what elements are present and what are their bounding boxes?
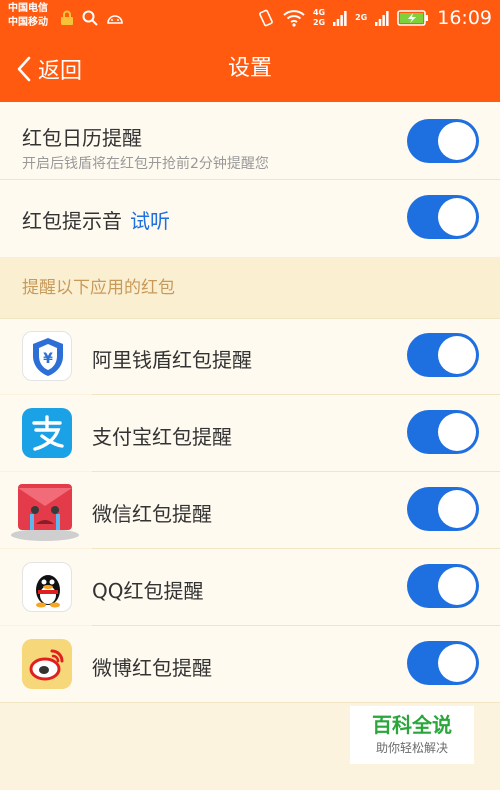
alibaba-qiandun-icon: ¥ (22, 331, 72, 381)
sound-row: 红包提示音 试听 (0, 180, 500, 257)
app-row-weibo: 微博红包提醒 (0, 626, 500, 702)
app-label-qiandun: 阿里钱盾红包提醒 (92, 348, 252, 372)
watermark: 百科全说 助你轻松解决 (350, 706, 474, 764)
app-label-wechat: 微信红包提醒 (92, 502, 212, 526)
section-header-title: 提醒以下应用的红包 (22, 278, 175, 298)
app-row-wechat: 微信红包提醒 (0, 472, 500, 548)
alipay-toggle[interactable] (407, 410, 479, 454)
toggle-knob (438, 336, 476, 374)
qiandun-toggle[interactable] (407, 333, 479, 377)
network-type-2g: 2G (355, 14, 367, 22)
app-row-qiandun: ¥ 阿里钱盾红包提醒 (0, 319, 500, 394)
toggle-knob (438, 122, 476, 160)
toggle-knob (438, 644, 476, 682)
watermark-main: 百科全说 (372, 713, 452, 737)
android-icon (107, 15, 123, 24)
toggle-knob (438, 413, 476, 451)
network-2g-label-a: 2G (312, 18, 326, 27)
carrier-2: 中国移动 (8, 17, 48, 28)
carrier-names: 中国电信 中国移动 (8, 2, 48, 30)
back-button[interactable]: 返回 (16, 36, 82, 102)
chevron-left-icon (17, 56, 31, 82)
qq-toggle[interactable] (407, 564, 479, 608)
network-4g-label: 4G (312, 8, 326, 17)
battery-icon (397, 10, 429, 26)
network-type-dual: 4G 2G (313, 9, 325, 27)
alipay-icon (22, 408, 72, 458)
app-label-qq: QQ红包提醒 (92, 579, 204, 603)
app-row-alipay: 支付宝红包提醒 (0, 395, 500, 471)
calendar-reminder-toggle[interactable] (407, 119, 479, 163)
title-bar: 返回 设置 (0, 36, 500, 102)
status-bar: 中国电信 中国移动 4G 2G 2G 16:09 (0, 0, 500, 36)
qq-penguin-icon (22, 562, 72, 612)
wifi-icon (283, 10, 305, 27)
wechat-toggle[interactable] (407, 487, 479, 531)
weibo-toggle[interactable] (407, 641, 479, 685)
wechat-red-envelope-icon (10, 480, 80, 542)
app-label-weibo: 微博红包提醒 (92, 656, 212, 680)
section-header: 提醒以下应用的红包 (0, 257, 500, 319)
calendar-reminder-title: 红包日历提醒 (22, 126, 142, 150)
status-icons-left (60, 10, 124, 26)
network-2g-label-b: 2G (355, 13, 368, 22)
search-icon (82, 10, 98, 26)
sound-title: 红包提示音 (22, 209, 122, 233)
weibo-icon (22, 639, 72, 689)
toggle-knob (438, 567, 476, 605)
vibrate-icon (259, 9, 273, 27)
app-row-qq: QQ红包提醒 (0, 549, 500, 625)
clock: 16:09 (437, 7, 492, 29)
back-label: 返回 (38, 59, 83, 84)
svg-text:¥: ¥ (43, 351, 53, 367)
calendar-reminder-row: 红包日历提醒 开启后钱盾将在红包开抢前2分钟提醒您 (0, 102, 500, 179)
toggle-knob (438, 198, 476, 236)
signal-icon-1 (333, 11, 347, 26)
toggle-knob (438, 490, 476, 528)
lock-icon (61, 10, 73, 25)
signal-icon-2 (375, 11, 389, 26)
carrier-1: 中国电信 (8, 3, 48, 14)
calendar-reminder-subtitle: 开启后钱盾将在红包开抢前2分钟提醒您 (22, 156, 269, 172)
listen-link[interactable]: 试听 (130, 209, 170, 233)
app-label-alipay: 支付宝红包提醒 (92, 425, 232, 449)
status-icons-right: 4G 2G 2G 16:09 (257, 6, 492, 30)
watermark-sub: 助你轻松解决 (375, 741, 448, 755)
sound-toggle[interactable] (407, 195, 479, 239)
sound-title-wrap: 红包提示音 试听 (22, 205, 170, 234)
divider (0, 702, 500, 703)
